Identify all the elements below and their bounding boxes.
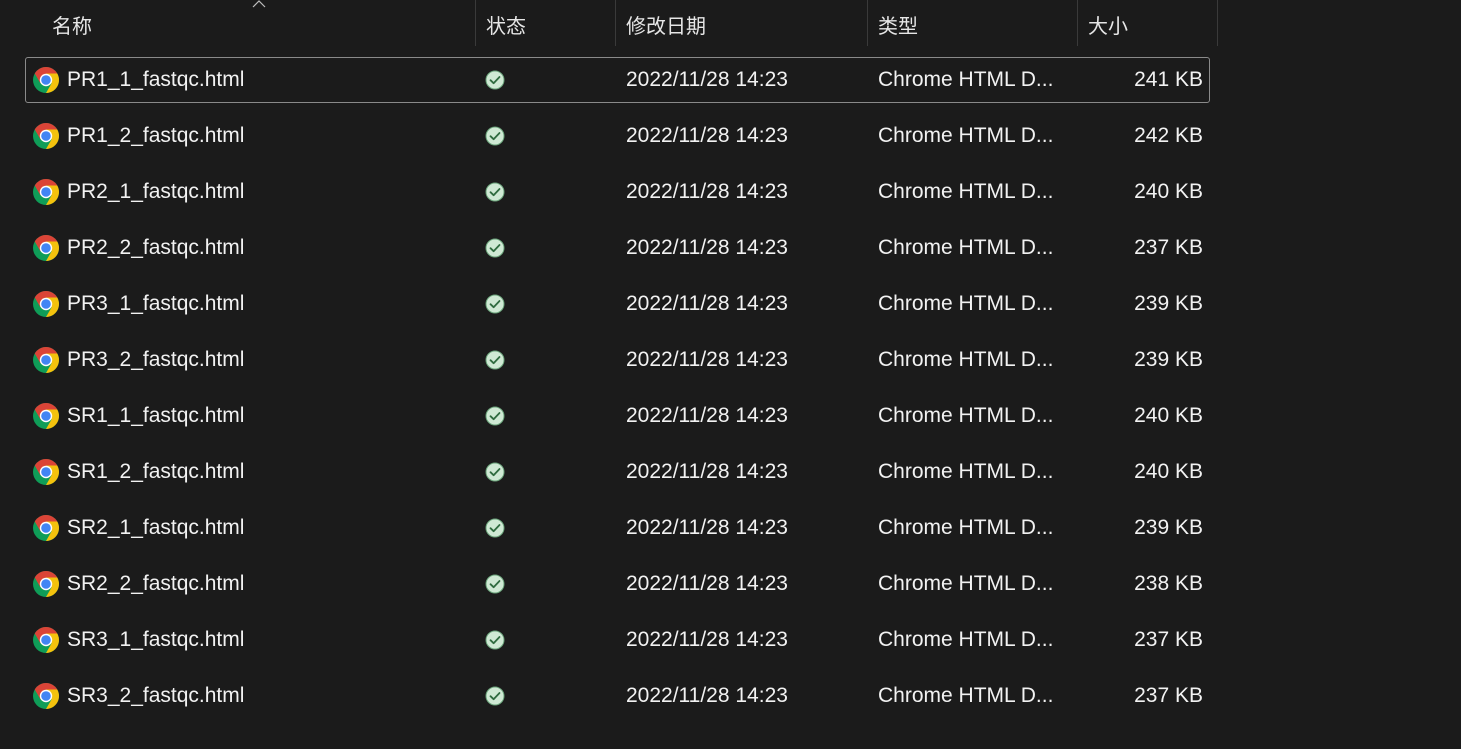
column-header-name-label: 名称 <box>52 14 92 38</box>
sort-ascending-caret-icon <box>252 0 266 8</box>
file-type: Chrome HTML D... <box>878 684 1054 707</box>
column-header-size[interactable]: 大小 <box>1078 0 1218 46</box>
chrome-icon <box>33 235 60 261</box>
column-header: 名称 状态 修改日期 类型 大小 <box>0 0 1218 46</box>
column-header-status[interactable]: 状态 <box>476 0 616 46</box>
file-row[interactable]: PR2_2_fastqc.html 2022/11/28 14:23 Chrom… <box>0 224 1218 280</box>
file-modified-date: 2022/11/28 14:23 <box>626 348 788 371</box>
chrome-icon <box>33 67 60 93</box>
file-type: Chrome HTML D... <box>878 516 1054 539</box>
file-size: 240 KB <box>1134 180 1203 203</box>
chrome-icon <box>33 123 60 149</box>
file-name: PR1_1_fastqc.html <box>67 68 245 91</box>
file-row[interactable]: PR1_1_fastqc.html 2022/11/28 14:23 Chrom… <box>0 56 1218 112</box>
file-modified-date: 2022/11/28 14:23 <box>626 628 788 651</box>
file-row[interactable]: SR1_1_fastqc.html 2022/11/28 14:23 Chrom… <box>0 392 1218 448</box>
available-check-icon <box>485 70 505 90</box>
file-modified-date: 2022/11/28 14:23 <box>626 684 788 707</box>
column-header-size-label: 大小 <box>1088 14 1128 38</box>
available-check-icon <box>485 182 505 202</box>
file-modified-date: 2022/11/28 14:23 <box>626 516 788 539</box>
available-check-icon <box>485 126 505 146</box>
file-row[interactable]: PR2_1_fastqc.html 2022/11/28 14:23 Chrom… <box>0 168 1218 224</box>
file-size: 237 KB <box>1134 236 1203 259</box>
file-modified-date: 2022/11/28 14:23 <box>626 124 788 147</box>
file-name: SR3_2_fastqc.html <box>67 684 245 707</box>
file-size: 241 KB <box>1134 68 1203 91</box>
file-name: PR3_1_fastqc.html <box>67 292 245 315</box>
chrome-icon <box>33 515 60 541</box>
file-modified-date: 2022/11/28 14:23 <box>626 180 788 203</box>
available-check-icon <box>485 518 505 538</box>
file-size: 240 KB <box>1134 404 1203 427</box>
file-row[interactable]: SR1_2_fastqc.html 2022/11/28 14:23 Chrom… <box>0 448 1218 504</box>
chrome-icon <box>33 683 60 709</box>
chrome-icon <box>33 627 60 653</box>
column-header-status-label: 状态 <box>486 14 526 38</box>
file-name: SR2_1_fastqc.html <box>67 516 245 539</box>
column-header-type-label: 类型 <box>878 14 918 38</box>
file-name: SR1_2_fastqc.html <box>67 460 245 483</box>
available-check-icon <box>485 574 505 594</box>
file-type: Chrome HTML D... <box>878 124 1054 147</box>
file-modified-date: 2022/11/28 14:23 <box>626 292 788 315</box>
available-check-icon <box>485 294 505 314</box>
file-size: 239 KB <box>1134 292 1203 315</box>
available-check-icon <box>485 238 505 258</box>
file-name: PR2_2_fastqc.html <box>67 236 245 259</box>
file-type: Chrome HTML D... <box>878 236 1054 259</box>
file-row[interactable]: PR3_2_fastqc.html 2022/11/28 14:23 Chrom… <box>0 336 1218 392</box>
file-modified-date: 2022/11/28 14:23 <box>626 68 788 91</box>
available-check-icon <box>485 686 505 706</box>
file-size: 237 KB <box>1134 628 1203 651</box>
file-name: SR1_1_fastqc.html <box>67 404 245 427</box>
available-check-icon <box>485 630 505 650</box>
file-modified-date: 2022/11/28 14:23 <box>626 236 788 259</box>
file-name: SR3_1_fastqc.html <box>67 628 245 651</box>
file-type: Chrome HTML D... <box>878 292 1054 315</box>
file-type: Chrome HTML D... <box>878 404 1054 427</box>
chrome-icon <box>33 291 60 317</box>
column-header-type[interactable]: 类型 <box>868 0 1078 46</box>
file-size: 238 KB <box>1134 572 1203 595</box>
chrome-icon <box>33 403 60 429</box>
file-list: PR1_1_fastqc.html 2022/11/28 14:23 Chrom… <box>0 56 1218 728</box>
file-row[interactable]: SR3_2_fastqc.html 2022/11/28 14:23 Chrom… <box>0 672 1218 728</box>
chrome-icon <box>33 179 60 205</box>
file-type: Chrome HTML D... <box>878 180 1054 203</box>
file-row[interactable]: PR1_2_fastqc.html 2022/11/28 14:23 Chrom… <box>0 112 1218 168</box>
file-type: Chrome HTML D... <box>878 572 1054 595</box>
file-type: Chrome HTML D... <box>878 68 1054 91</box>
file-row[interactable]: SR3_1_fastqc.html 2022/11/28 14:23 Chrom… <box>0 616 1218 672</box>
chrome-icon <box>33 459 60 485</box>
column-header-name[interactable]: 名称 <box>0 0 476 46</box>
column-header-modified[interactable]: 修改日期 <box>616 0 868 46</box>
chrome-icon <box>33 571 60 597</box>
file-name: PR3_2_fastqc.html <box>67 348 245 371</box>
column-header-modified-label: 修改日期 <box>626 14 706 38</box>
file-modified-date: 2022/11/28 14:23 <box>626 460 788 483</box>
file-name: SR2_2_fastqc.html <box>67 572 245 595</box>
file-row[interactable]: PR3_1_fastqc.html 2022/11/28 14:23 Chrom… <box>0 280 1218 336</box>
file-size: 237 KB <box>1134 684 1203 707</box>
file-size: 242 KB <box>1134 124 1203 147</box>
file-size: 239 KB <box>1134 516 1203 539</box>
available-check-icon <box>485 406 505 426</box>
file-type: Chrome HTML D... <box>878 348 1054 371</box>
file-type: Chrome HTML D... <box>878 628 1054 651</box>
available-check-icon <box>485 350 505 370</box>
file-modified-date: 2022/11/28 14:23 <box>626 404 788 427</box>
available-check-icon <box>485 462 505 482</box>
file-modified-date: 2022/11/28 14:23 <box>626 572 788 595</box>
file-name: PR2_1_fastqc.html <box>67 180 245 203</box>
file-name: PR1_2_fastqc.html <box>67 124 245 147</box>
file-type: Chrome HTML D... <box>878 460 1054 483</box>
file-size: 240 KB <box>1134 460 1203 483</box>
file-row[interactable]: SR2_1_fastqc.html 2022/11/28 14:23 Chrom… <box>0 504 1218 560</box>
file-size: 239 KB <box>1134 348 1203 371</box>
file-explorer-details-view: 名称 状态 修改日期 类型 大小 PR1_1_fastqc.html 2022/… <box>0 0 1461 749</box>
file-row[interactable]: SR2_2_fastqc.html 2022/11/28 14:23 Chrom… <box>0 560 1218 616</box>
chrome-icon <box>33 347 60 373</box>
